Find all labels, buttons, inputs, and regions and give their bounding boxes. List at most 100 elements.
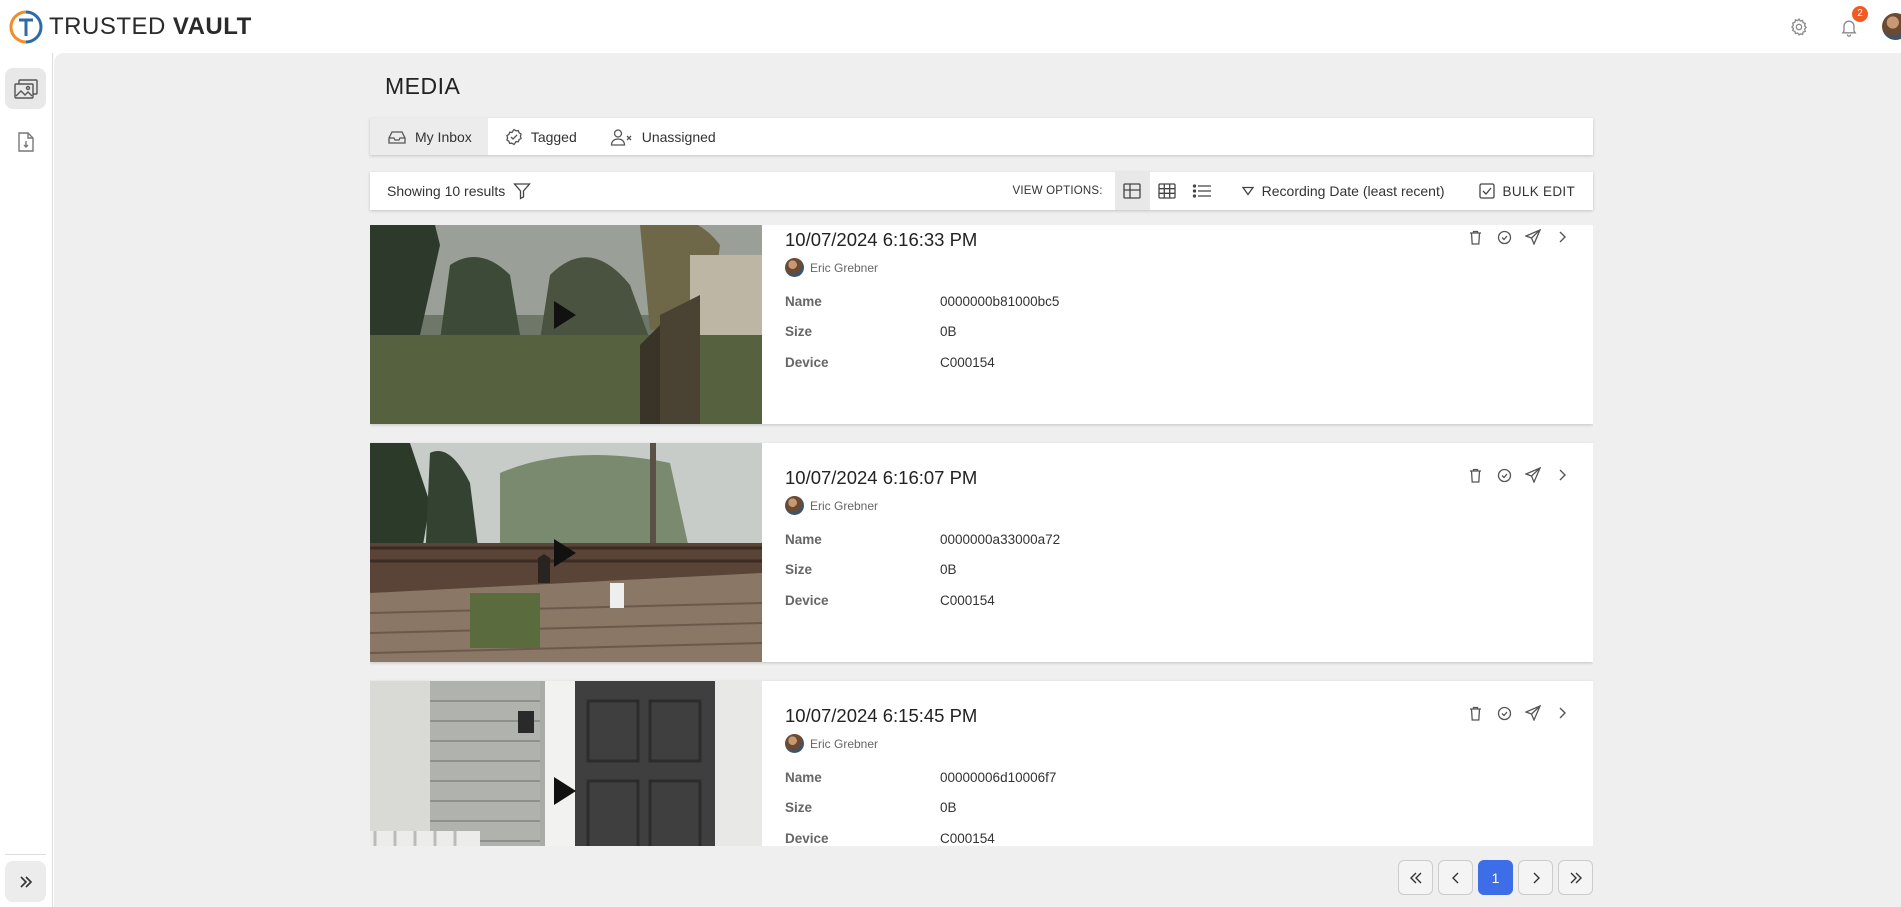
media-owner: Eric Grebner	[785, 496, 878, 515]
user-avatar[interactable]	[1882, 13, 1901, 40]
top-actions: 2	[1786, 0, 1901, 53]
field-value: C000154	[940, 831, 995, 846]
owner-avatar	[785, 496, 804, 515]
sidebar-divider	[5, 854, 46, 855]
notifications-bell-icon[interactable]: 2	[1836, 5, 1868, 40]
bulk-edit-button[interactable]: BULK EDIT	[1478, 183, 1575, 199]
chevron-right-icon	[1533, 872, 1540, 883]
prev-page-button[interactable]	[1438, 860, 1473, 895]
field-label: Size	[785, 324, 813, 339]
field-value: 0B	[940, 800, 957, 815]
tag-check-icon[interactable]	[1495, 228, 1513, 246]
chevron-right-icon[interactable]	[1553, 466, 1571, 484]
field-value: 0000000b81000bc5	[940, 294, 1060, 309]
tab-label: Unassigned	[641, 128, 716, 145]
field-size: Size 0B	[785, 324, 957, 339]
video-thumbnail[interactable]	[370, 225, 762, 424]
view-grid-button[interactable]	[1150, 172, 1185, 210]
logo-mark-icon	[9, 10, 43, 43]
share-send-icon[interactable]	[1524, 466, 1542, 484]
field-name: Name 00000006d10006f7	[785, 770, 1056, 785]
media-owner: Eric Grebner	[785, 734, 878, 753]
card-view-icon	[1123, 183, 1141, 199]
first-page-button[interactable]	[1398, 860, 1433, 895]
sidebar-item-documents[interactable]	[5, 121, 46, 162]
list-view-icon	[1193, 184, 1212, 198]
owner-name: Eric Grebner	[810, 498, 879, 513]
sidebar-item-media[interactable]	[5, 68, 46, 109]
view-card-button[interactable]	[1114, 172, 1150, 210]
tab-label: Tagged	[530, 128, 577, 145]
chevron-right-icon[interactable]	[1553, 704, 1571, 722]
owner-name: Eric Grebner	[810, 736, 879, 751]
pagination: 1	[1393, 860, 1593, 895]
chevron-left-icon	[1451, 872, 1458, 883]
tag-check-icon	[505, 128, 522, 145]
last-page-button[interactable]	[1558, 860, 1593, 895]
field-label: Name	[785, 532, 822, 547]
toolbar-right: VIEW OPTIONS: Recording Date (least rece…	[1013, 172, 1593, 210]
tab-tagged[interactable]: Tagged	[488, 118, 593, 155]
card-actions	[1455, 228, 1571, 246]
field-label: Size	[785, 800, 813, 815]
media-card[interactable]: 10/07/2024 6:16:07 PM Eric Grebner Name …	[370, 443, 1593, 662]
share-send-icon[interactable]	[1524, 704, 1542, 722]
card-actions	[1455, 704, 1571, 722]
results-toolbar: Showing 10 results VIEW OPTIONS: Recordi…	[370, 172, 1593, 210]
media-title: 10/07/2024 6:16:33 PM	[785, 229, 978, 250]
tab-unassigned[interactable]: Unassigned	[593, 118, 732, 155]
share-send-icon[interactable]	[1524, 228, 1542, 246]
view-list-button[interactable]	[1185, 172, 1220, 210]
field-value: 0B	[940, 562, 957, 577]
field-device: Device C000154	[785, 593, 995, 608]
results-text: Showing 10 results	[387, 183, 506, 199]
sort-dropdown[interactable]: Recording Date (least recent)	[1241, 183, 1445, 199]
settings-gear-icon[interactable]	[1786, 14, 1812, 40]
owner-avatar	[785, 734, 804, 753]
video-thumbnail[interactable]	[370, 681, 762, 846]
trash-icon[interactable]	[1466, 228, 1484, 246]
field-label: Device	[785, 831, 829, 846]
results-count: Showing 10 results	[387, 182, 532, 200]
left-sidebar	[0, 53, 53, 907]
bulk-edit-label: BULK EDIT	[1502, 183, 1575, 199]
field-size: Size 0B	[785, 800, 957, 815]
media-card[interactable]: 10/07/2024 6:15:45 PM Eric Grebner Name …	[370, 681, 1593, 846]
field-name: Name 0000000a33000a72	[785, 532, 1060, 547]
field-label: Device	[785, 593, 829, 608]
field-label: Size	[785, 562, 813, 577]
double-chevron-right-icon	[19, 875, 32, 888]
field-label: Name	[785, 294, 822, 309]
tag-check-icon[interactable]	[1495, 466, 1513, 484]
double-chevron-right-icon	[1570, 872, 1582, 883]
trash-icon[interactable]	[1466, 704, 1484, 722]
sidebar-expand-button[interactable]	[5, 861, 46, 902]
field-size: Size 0B	[785, 562, 957, 577]
field-device: Device C000154	[785, 831, 995, 846]
media-owner: Eric Grebner	[785, 258, 878, 277]
app-logo[interactable]: TRUSTED VAULT	[8, 9, 252, 45]
media-gallery-icon	[13, 78, 38, 99]
brand-name-part2: VAULT	[172, 12, 252, 40]
field-label: Device	[785, 355, 829, 370]
filter-icon[interactable]	[513, 182, 532, 200]
trash-icon[interactable]	[1466, 466, 1484, 484]
page-number-button[interactable]: 1	[1478, 860, 1513, 895]
notification-badge: 2	[1852, 5, 1868, 22]
media-list[interactable]: 10/07/2024 6:16:33 PM Eric Grebner Name …	[370, 225, 1593, 846]
top-bar: TRUSTED VAULT 2	[0, 0, 1901, 53]
media-card[interactable]: 10/07/2024 6:16:33 PM Eric Grebner Name …	[370, 225, 1593, 424]
chevron-right-icon[interactable]	[1553, 228, 1571, 246]
next-page-button[interactable]	[1518, 860, 1553, 895]
double-chevron-left-icon	[1409, 872, 1421, 883]
user-x-icon	[610, 128, 632, 146]
tab-label: My Inbox	[415, 128, 472, 145]
video-thumbnail[interactable]	[370, 443, 762, 662]
card-actions	[1455, 466, 1571, 484]
owner-name: Eric Grebner	[810, 260, 879, 275]
tag-check-icon[interactable]	[1495, 704, 1513, 722]
tab-my-inbox[interactable]: My Inbox	[370, 118, 488, 155]
owner-avatar	[785, 258, 804, 277]
grid-view-icon	[1158, 183, 1176, 199]
page-title: MEDIA	[385, 73, 461, 99]
